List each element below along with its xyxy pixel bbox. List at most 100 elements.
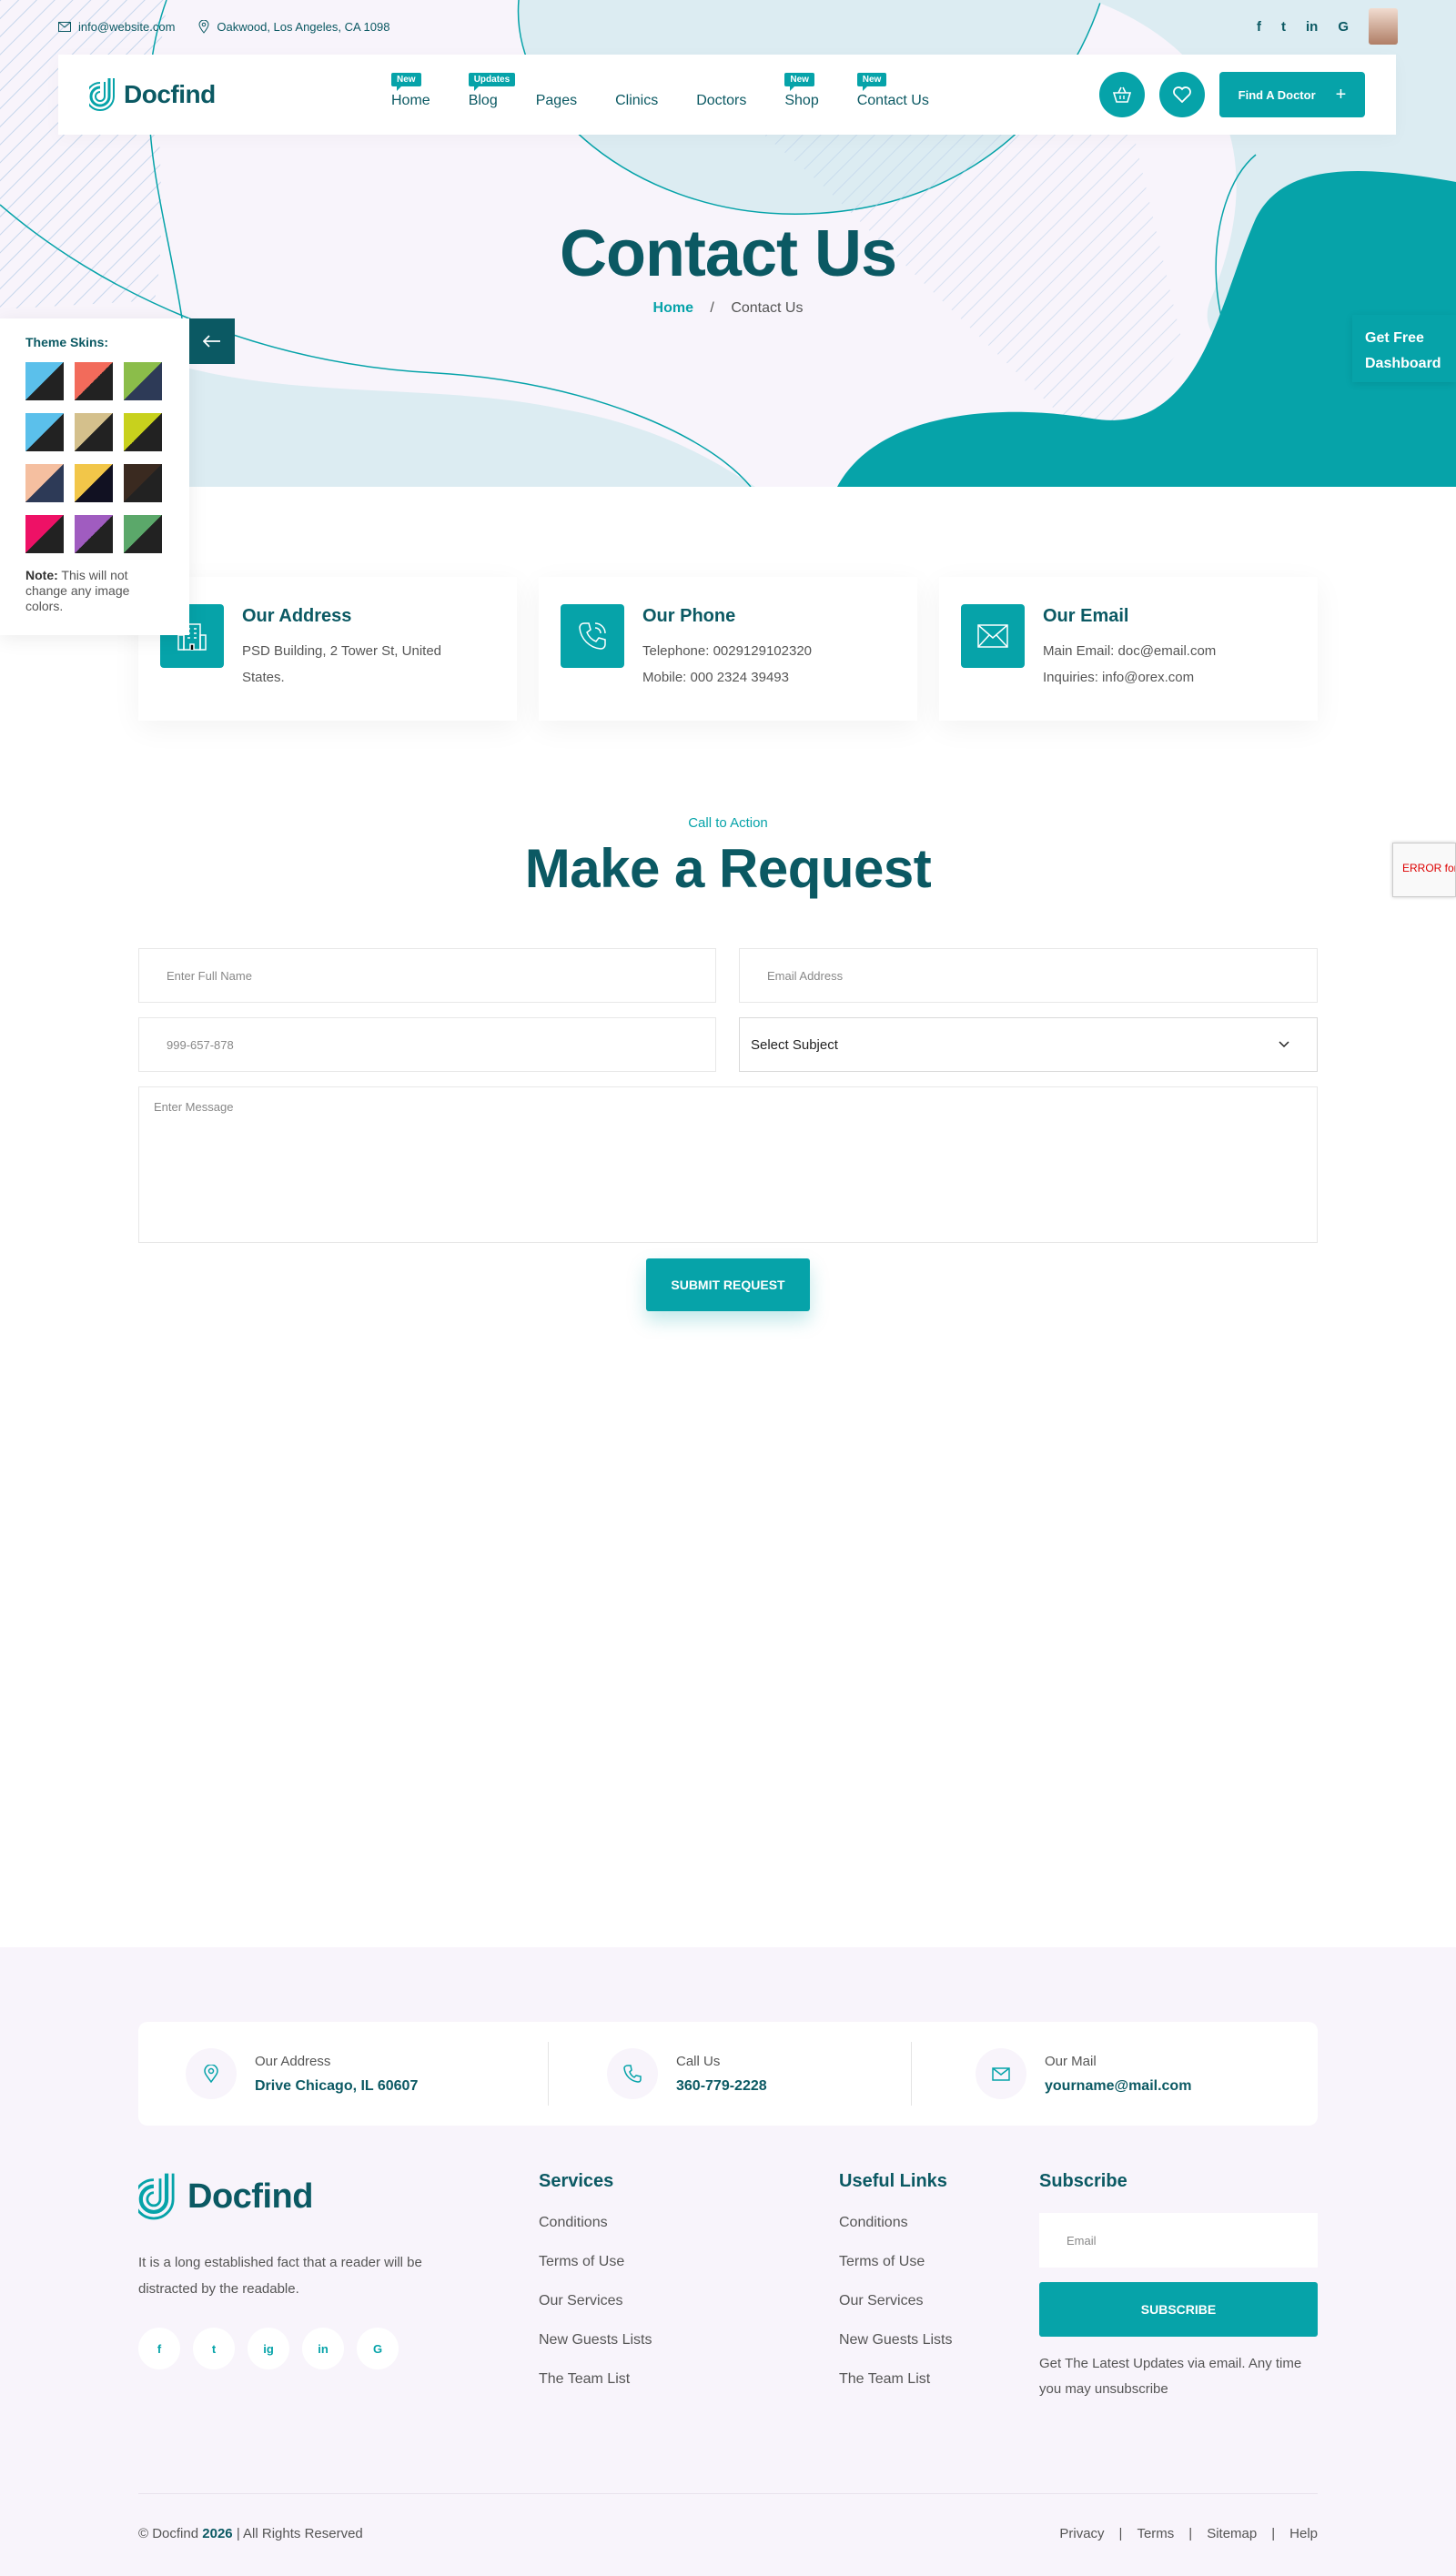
subject-select-value: Select Subject	[751, 1036, 838, 1053]
find-doctor-button[interactable]: Find A Doctor +	[1219, 72, 1365, 117]
footer-link[interactable]: Conditions	[539, 2215, 652, 2254]
copyright-year: 2026	[202, 2526, 233, 2541]
terms-link[interactable]: Terms	[1137, 2526, 1174, 2541]
address-card: Our Address PSD Building, 2 Tower St, Un…	[138, 577, 517, 721]
theme-swatch-5[interactable]	[75, 413, 113, 451]
services-heading: Services	[539, 2171, 614, 2191]
nav-badge: New	[856, 73, 887, 91]
nav-item-shop[interactable]: New Shop	[784, 73, 819, 109]
footer-link[interactable]: Conditions	[839, 2215, 952, 2254]
theme-swatch-6[interactable]	[124, 413, 162, 451]
nav-item-clinics[interactable]: Clinics	[615, 80, 658, 109]
theme-swatch-11[interactable]	[75, 515, 113, 553]
footer-phone: Call Us 360-779-2228	[549, 2042, 911, 2106]
theme-panel-toggle[interactable]	[189, 318, 235, 364]
section-title: Make a Request	[524, 838, 932, 899]
cart-button[interactable]	[1099, 72, 1145, 117]
nav-item-pages[interactable]: Pages	[536, 80, 577, 109]
phone-icon	[607, 2048, 658, 2099]
footer-link[interactable]: The Team List	[839, 2371, 952, 2410]
theme-swatch-12[interactable]	[124, 515, 162, 553]
subject-select[interactable]: Select Subject	[739, 1017, 1318, 1072]
footer-info-value[interactable]: 360-779-2228	[676, 2078, 767, 2095]
chevron-down-icon	[1279, 1041, 1289, 1048]
help-link[interactable]: Help	[1289, 2526, 1318, 2541]
google-icon[interactable]: G	[1338, 19, 1349, 35]
theme-swatch-7[interactable]	[25, 464, 64, 502]
phone-input[interactable]: 999-657-878	[138, 1017, 716, 1072]
logo-text: Docfind	[187, 2177, 313, 2216]
subscribe-button[interactable]: SUBSCRIBE	[1039, 2282, 1318, 2337]
theme-swatch-1[interactable]	[25, 362, 64, 400]
breadcrumb-current: Contact Us	[731, 300, 804, 316]
subscribe-email-input[interactable]: Email	[1039, 2213, 1318, 2268]
link-separator: |	[1118, 2526, 1123, 2541]
privacy-link[interactable]: Privacy	[1059, 2526, 1104, 2541]
card-title: Our Address	[242, 606, 352, 626]
instagram-icon[interactable]: ig	[248, 2328, 289, 2369]
get-free-dashboard-button[interactable]: Get Free Dashboard	[1352, 315, 1456, 382]
wishlist-button[interactable]	[1159, 72, 1205, 117]
twitter-icon[interactable]: t	[1281, 19, 1286, 35]
useful-links-list: Conditions Terms of Use Our Services New…	[839, 2215, 952, 2410]
theme-note-label: Note:	[25, 568, 58, 582]
user-avatar[interactable]	[1369, 8, 1398, 45]
footer-social-links: f t ig in G	[138, 2328, 411, 2369]
card-title: Our Email	[1043, 606, 1129, 626]
breadcrumb-separator: /	[710, 300, 714, 316]
site-logo[interactable]: Docfind	[89, 76, 216, 113]
google-icon[interactable]: G	[357, 2328, 399, 2369]
footer-link[interactable]: Terms of Use	[539, 2254, 652, 2293]
full-name-input[interactable]: Enter Full Name	[138, 948, 716, 1003]
theme-swatch-4[interactable]	[25, 413, 64, 451]
copyright-suffix: | All Rights Reserved	[236, 2526, 363, 2541]
topbar-email-text: info@website.com	[78, 19, 176, 34]
theme-swatch-10[interactable]	[25, 515, 64, 553]
nav-item-blog[interactable]: Updates Blog	[468, 73, 516, 109]
link-separator: |	[1271, 2526, 1276, 2541]
email-input[interactable]: Email Address	[739, 948, 1318, 1003]
footer-link[interactable]: New Guests Lists	[839, 2332, 952, 2371]
sitemap-link[interactable]: Sitemap	[1207, 2526, 1257, 2541]
link-separator: |	[1188, 2526, 1193, 2541]
theme-swatch-8[interactable]	[75, 464, 113, 502]
card-line: Telephone: 0029129102320	[642, 643, 813, 659]
footer-address: Our Address Drive Chicago, IL 60607	[138, 2042, 548, 2106]
breadcrumb-home-link[interactable]: Home	[653, 300, 693, 316]
card-title: Our Phone	[642, 606, 736, 626]
footer-bottom-links: Privacy | Terms | Sitemap | Help	[1059, 2526, 1318, 2541]
footer-info-value: Drive Chicago, IL 60607	[255, 2077, 419, 2094]
facebook-icon[interactable]: f	[138, 2328, 180, 2369]
linkedin-icon[interactable]: in	[1306, 19, 1318, 35]
footer-info-value[interactable]: yourname@mail.com	[1045, 2078, 1191, 2095]
nav-item-doctors[interactable]: Doctors	[696, 80, 746, 109]
nav-item-label: Doctors	[696, 93, 747, 108]
linkedin-icon[interactable]: in	[302, 2328, 344, 2369]
message-textarea[interactable]: Enter Message	[138, 1086, 1318, 1243]
nav-item-contact[interactable]: New Contact Us	[856, 73, 929, 109]
navbar-actions: Find A Doctor +	[1099, 72, 1365, 117]
footer-info-label: Our Address	[255, 2053, 331, 2069]
footer-link[interactable]: Terms of Use	[839, 2254, 952, 2293]
footer-link[interactable]: Our Services	[839, 2293, 952, 2332]
theme-swatch-2[interactable]	[75, 362, 113, 400]
footer-link[interactable]: New Guests Lists	[539, 2332, 652, 2371]
email-card: Our Email Main Email: doc@email.com Inqu…	[939, 577, 1318, 721]
footer-link[interactable]: Our Services	[539, 2293, 652, 2332]
nav-item-home[interactable]: New Home	[391, 73, 430, 109]
useful-links-heading: Useful Links	[839, 2171, 947, 2191]
services-list: Conditions Terms of Use Our Services New…	[539, 2215, 652, 2410]
theme-skins-title: Theme Skins:	[25, 335, 109, 349]
footer-logo[interactable]: Docfind	[138, 2170, 313, 2223]
twitter-icon[interactable]: t	[193, 2328, 235, 2369]
submit-request-button[interactable]: SUBMIT REQUEST	[646, 1258, 810, 1311]
facebook-icon[interactable]: f	[1257, 19, 1261, 35]
topbar-email[interactable]: info@website.com	[58, 20, 175, 34]
logo-text: Docfind	[124, 80, 216, 108]
theme-swatch-3[interactable]	[124, 362, 162, 400]
theme-swatch-9[interactable]	[124, 464, 162, 502]
footer-info-label: Call Us	[676, 2053, 721, 2069]
contact-info-cards: Our Address PSD Building, 2 Tower St, Un…	[138, 577, 1318, 721]
footer-divider	[138, 2493, 1318, 2494]
footer-link[interactable]: The Team List	[539, 2371, 652, 2410]
